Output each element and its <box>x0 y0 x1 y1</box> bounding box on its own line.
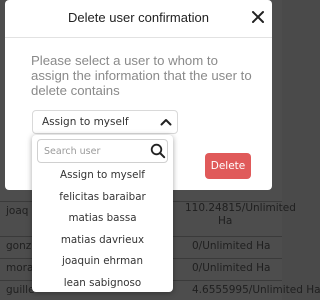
close-icon <box>252 11 264 23</box>
search-input[interactable] <box>44 143 144 159</box>
dropdown-options: Assign to myself felicitas baraibar mati… <box>32 165 173 294</box>
dropdown-option-user[interactable]: matias bassa <box>32 208 173 230</box>
search-icon[interactable] <box>150 143 166 159</box>
table-cell-user: guille <box>6 284 35 296</box>
dropdown-option-user[interactable]: felicitas baraibar <box>32 187 173 209</box>
table-cell-user: gonz <box>6 240 32 252</box>
table-cell-area: 4.6555995/Unlimited Ha <box>192 284 320 296</box>
table-cell-user: mora <box>6 262 34 274</box>
assign-user-select[interactable]: Assign to myself <box>32 110 178 134</box>
dropdown-option-user[interactable]: lean sabignoso <box>32 273 173 295</box>
table-cell-area: 0/Unlimited Ha <box>192 240 271 252</box>
user-dropdown: Assign to myself felicitas baraibar mati… <box>32 135 173 292</box>
table-cell-user: joaq <box>6 205 29 217</box>
search-box <box>37 139 168 163</box>
table-cell-area: 110.24815/Unlimited <box>185 202 296 214</box>
delete-button[interactable]: Delete <box>205 153 251 179</box>
table-cell-area-unit: Ha <box>218 215 233 227</box>
select-value: Assign to myself <box>42 116 129 128</box>
dropdown-option-user[interactable]: matias davrieux <box>32 230 173 252</box>
modal-prompt: Please select a user to whom to assign t… <box>31 53 252 98</box>
table-cell-area: 0/Unlimited Ha <box>192 262 271 274</box>
close-button[interactable] <box>249 8 267 26</box>
dropdown-option-user[interactable]: joaquin ehrman <box>32 251 173 273</box>
dropdown-option-assign-to-myself[interactable]: Assign to myself <box>32 165 173 187</box>
modal-header: Delete user confirmation <box>5 0 272 38</box>
modal-title: Delete user confirmation <box>68 10 209 25</box>
chevron-up-icon <box>160 119 172 126</box>
